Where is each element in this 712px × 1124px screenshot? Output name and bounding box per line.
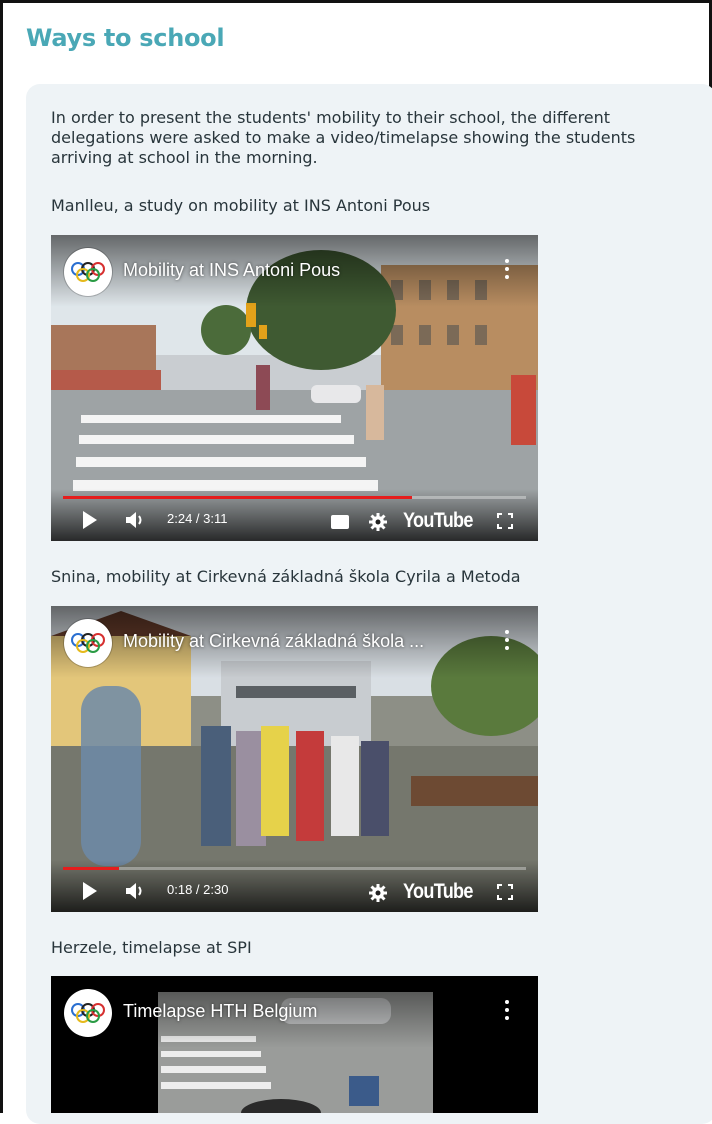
- play-icon[interactable]: [83, 511, 97, 529]
- youtube-logo[interactable]: YouTube: [403, 880, 473, 904]
- progress-bar[interactable]: [63, 496, 526, 499]
- time-display: 0:18 / 2:30: [167, 882, 229, 897]
- intro-text: In order to present the students' mobili…: [51, 108, 636, 167]
- video-title[interactable]: Mobility at INS Antoni Pous: [123, 260, 340, 281]
- progress-fill: [63, 867, 119, 870]
- time-display: 2:24 / 3:11: [167, 511, 228, 526]
- menu-dots-icon[interactable]: [502, 259, 512, 283]
- menu-dots-icon[interactable]: [502, 630, 512, 654]
- youtube-logo[interactable]: YouTube: [403, 509, 473, 533]
- video-caption: Manlleu, a study on mobility at INS Anto…: [51, 196, 431, 215]
- menu-dots-icon[interactable]: [502, 1000, 512, 1024]
- play-icon[interactable]: [83, 882, 97, 900]
- video-title[interactable]: Mobility at Cirkevná základná škola ...: [123, 631, 424, 652]
- olympic-rings-icon[interactable]: [64, 619, 112, 667]
- volume-icon[interactable]: [125, 882, 147, 900]
- progress-fill: [63, 496, 413, 499]
- progress-bar[interactable]: [63, 867, 526, 870]
- youtube-player-3[interactable]: Timelapse HTH Belgium: [51, 976, 538, 1113]
- gear-icon[interactable]: [369, 513, 387, 531]
- fullscreen-icon[interactable]: [497, 884, 513, 900]
- fullscreen-icon[interactable]: [497, 513, 513, 529]
- olympic-rings-icon[interactable]: [64, 989, 112, 1037]
- video-caption: Herzele, timelapse at SPI: [51, 938, 252, 957]
- youtube-player-2[interactable]: Mobility at Cirkevná základná škola ... …: [51, 606, 538, 912]
- gear-icon[interactable]: [369, 884, 387, 902]
- youtube-player-1[interactable]: Mobility at INS Antoni Pous 2:24 / 3:11 …: [51, 235, 538, 541]
- video-caption: Snina, mobility at Cirkevná základná ško…: [51, 567, 521, 586]
- section-title: Ways to school: [26, 24, 225, 52]
- olympic-rings-icon[interactable]: [64, 248, 112, 296]
- video-title[interactable]: Timelapse HTH Belgium: [123, 1001, 317, 1022]
- volume-icon[interactable]: [125, 511, 147, 529]
- subtitles-icon[interactable]: [331, 515, 349, 529]
